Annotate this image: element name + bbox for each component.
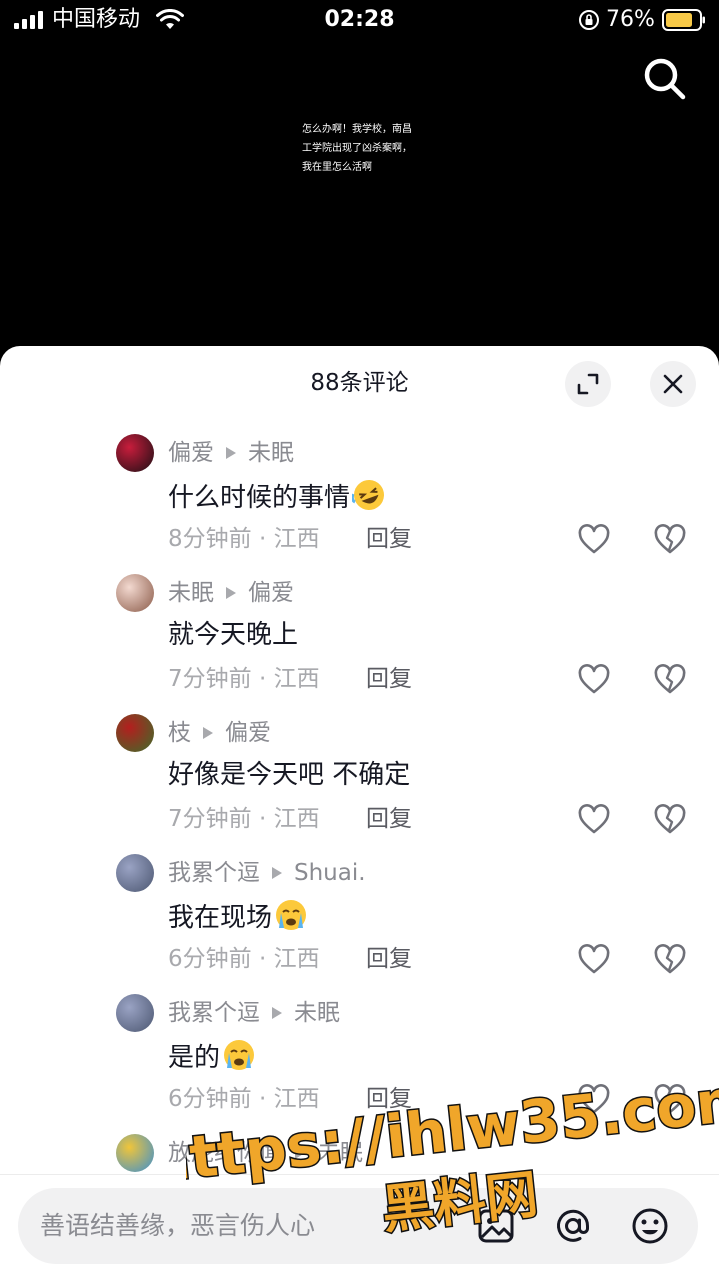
reply-arrow-icon <box>226 447 236 459</box>
comment-time-location: 6分钟前 · 江西 <box>168 946 320 972</box>
like-icon[interactable] <box>578 664 610 696</box>
comment-text: 好像是今天吧 不确定 <box>168 760 411 790</box>
reply-button[interactable]: 回复 <box>366 1084 412 1114</box>
comment-meta: 我累个逗 Shuai. <box>168 858 366 888</box>
comment-time-location: 8分钟前 · 江西 <box>168 526 320 552</box>
video-caption: 怎么办啊！我学校，南昌工学院出现了凶杀案啊，我在里怎么活啊 <box>302 124 412 173</box>
divider <box>0 1174 719 1175</box>
comment-input[interactable]: 善语结善缘，恶言伤人心 <box>40 1210 315 1242</box>
reply-to-username[interactable]: Shuai. <box>294 858 366 888</box>
avatar[interactable] <box>116 1134 154 1172</box>
comment-username[interactable]: 我累个逗 <box>168 858 260 888</box>
like-icon[interactable] <box>578 804 610 836</box>
avatar[interactable] <box>116 714 154 752</box>
comment-time-location: 7分钟前 · 江西 <box>168 666 320 692</box>
comment-input-bar[interactable]: 善语结善缘，恶言伤人心 <box>18 1188 698 1264</box>
reply-button[interactable]: 回复 <box>366 664 412 694</box>
search-icon[interactable] <box>640 54 690 104</box>
status-bar: 中国移动 02:28 76% <box>0 0 719 40</box>
comment-text-row: 是的 <box>168 1038 256 1075</box>
crying-emoji-icon <box>276 900 307 930</box>
comment-username[interactable]: 偏爱 <box>168 438 214 468</box>
reply-arrow-icon <box>272 1007 282 1019</box>
comment-item[interactable]: 偏爱 未眠什么时候的事情 8分钟前 · 江西 回复 <box>0 422 719 562</box>
comment-username[interactable]: 未眠 <box>168 578 214 608</box>
battery-icon <box>662 9 705 31</box>
comment-item[interactable]: 我累个逗 未眠是的 6分钟前 · 江西 回复 <box>0 982 719 1122</box>
comment-text: 就今天晚上 <box>168 620 299 650</box>
dislike-icon[interactable] <box>654 804 686 836</box>
battery-percent: 76% <box>606 7 655 32</box>
reply-to-username[interactable]: 偏爱 <box>248 578 294 608</box>
comment-username[interactable]: 我累个逗 <box>168 998 260 1028</box>
reply-arrow-icon <box>226 587 236 599</box>
comment-text: 是的 <box>168 1043 221 1073</box>
avatar[interactable] <box>116 994 154 1032</box>
comment-text-row: 就今天晚上 <box>168 618 298 652</box>
comment-list[interactable]: 偏爱 未眠 什么时候的事情 8分钟前 · 江西 回复 未眠 偏爱 就今天晚上 7分钟前 · 江西… <box>0 422 719 1174</box>
comment-text: 我在现场 <box>168 903 273 933</box>
comment-meta: 未眠 偏爱 <box>168 578 294 608</box>
like-icon[interactable] <box>578 524 610 556</box>
comment-text-row: 好像是今天吧 不确定 <box>168 758 410 792</box>
emoji-icon[interactable] <box>630 1206 670 1246</box>
comment-meta: 放屁给你闻 未眠 <box>168 1138 363 1168</box>
close-icon <box>663 374 683 394</box>
comments-sheet: 88条评论 偏爱 未眠 什么时候的事情 8分钟前 · 江西 回复 未眠 偏爱 就今天晚上 7分钟… <box>0 346 719 1280</box>
reply-to-username[interactable]: 未眠 <box>248 438 294 468</box>
orientation-lock-icon <box>579 10 599 30</box>
close-button[interactable] <box>650 361 696 407</box>
comment-item[interactable]: 枝 偏爱好像是今天吧 不确定 7分钟前 · 江西 回复 <box>0 702 719 842</box>
comments-count-title: 88条评论 <box>310 370 409 396</box>
comment-username[interactable]: 放屁给你闻 <box>168 1138 283 1168</box>
comment-text-row: 什么时候的事情 <box>168 478 386 515</box>
image-icon[interactable] <box>476 1206 516 1246</box>
expand-icon <box>577 373 599 395</box>
comment-meta: 我累个逗 未眠 <box>168 998 340 1028</box>
comment-meta: 枝 偏爱 <box>168 718 271 748</box>
comment-meta: 偏爱 未眠 <box>168 438 294 468</box>
like-icon[interactable] <box>578 1084 610 1116</box>
comment-text-row: 我在现场 <box>168 898 308 935</box>
reply-arrow-icon <box>272 867 282 879</box>
dislike-icon[interactable] <box>654 524 686 556</box>
comment-item[interactable]: 未眠 偏爱就今天晚上 7分钟前 · 江西 回复 <box>0 562 719 702</box>
reply-arrow-icon <box>295 1147 305 1159</box>
dislike-icon[interactable] <box>654 944 686 976</box>
video-area[interactable] <box>0 40 719 350</box>
comment-item[interactable]: 我累个逗 Shuai. 我在现场 6分钟前 · 江西 回复 <box>0 842 719 982</box>
reply-button[interactable]: 回复 <box>366 804 412 834</box>
avatar[interactable] <box>116 854 154 892</box>
mention-icon[interactable] <box>553 1206 593 1246</box>
comment-time-location: 6分钟前 · 江西 <box>168 1086 320 1112</box>
expand-button[interactable] <box>565 361 611 407</box>
like-icon[interactable] <box>578 944 610 976</box>
dislike-icon[interactable] <box>654 1084 686 1116</box>
reply-to-username[interactable]: 未眠 <box>294 998 340 1028</box>
reply-to-username[interactable]: 偏爱 <box>225 718 271 748</box>
dislike-icon[interactable] <box>654 664 686 696</box>
reply-button[interactable]: 回复 <box>366 524 412 554</box>
comment-username[interactable]: 枝 <box>168 718 191 748</box>
comment-text: 什么时候的事情 <box>168 483 351 513</box>
comment-item[interactable]: 放屁给你闻 未眠 <box>0 1122 719 1174</box>
laughing-emoji-icon <box>352 480 385 510</box>
reply-to-username[interactable]: 未眠 <box>317 1138 363 1168</box>
crying-emoji-icon <box>224 1040 255 1070</box>
comment-time-location: 7分钟前 · 江西 <box>168 806 320 832</box>
reply-arrow-icon <box>203 727 213 739</box>
avatar[interactable] <box>116 574 154 612</box>
reply-button[interactable]: 回复 <box>366 944 412 974</box>
avatar[interactable] <box>116 434 154 472</box>
